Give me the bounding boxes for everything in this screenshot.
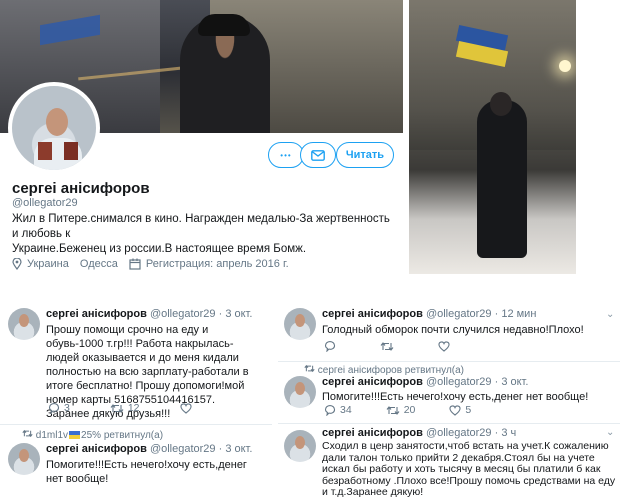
retweet-context: d1ml1v 25% ретвитнул(а)	[22, 429, 163, 441]
tweet-text: Голодный обморок почти случился недавно!…	[322, 324, 584, 336]
calendar-icon	[129, 258, 141, 270]
retweet-button[interactable]	[380, 341, 394, 352]
reply-button[interactable]: 3	[48, 402, 70, 414]
retweet-label: 25% ретвитнул(а)	[81, 430, 164, 441]
reply-button[interactable]	[324, 341, 336, 352]
like-button[interactable]	[438, 341, 450, 352]
tweet-author-name[interactable]: сергеі анісифоров	[46, 308, 147, 320]
tweet-author-name[interactable]: сергеі анісифоров	[46, 443, 147, 455]
tweet-author-name[interactable]: сергеі анісифоров	[322, 427, 423, 439]
tweet-actions: 3 12	[48, 402, 192, 414]
profile-city: Одесса	[79, 258, 118, 270]
tweet-author-handle[interactable]: @ollegator29	[426, 376, 492, 388]
like-count: 5	[465, 404, 472, 416]
heart-icon	[449, 404, 461, 416]
tweet[interactable]: сергеі анісифоров @ollegator29 · 12 мин …	[276, 298, 620, 360]
reply-count: 34	[340, 404, 352, 416]
profile-bio: Жил в Питере.снимался в кино. Награжден …	[12, 213, 390, 255]
tweet-author-handle[interactable]: @ollegator29	[150, 443, 216, 455]
retweet-context: сергеі анісифоров ретвитнул(а)	[304, 364, 464, 376]
night-photo	[409, 0, 576, 274]
tweet[interactable]: сергеі анісифоров ретвитнул(а) сергеі ан…	[276, 362, 620, 422]
retweeted-by[interactable]: сергеі анісифоров ретвитнул(а)	[318, 365, 464, 376]
tweet[interactable]: d1ml1v 25% ретвитнул(а) сергеі анісифоров…	[0, 425, 270, 485]
profile-meta: Украина Одесса Регистрация: апрель 2016 …	[12, 258, 289, 270]
reply-button[interactable]: 34	[324, 404, 352, 416]
tweet-author-handle[interactable]: @ollegator29	[426, 308, 492, 320]
tweet-avatar[interactable]	[8, 443, 40, 475]
retweet-icon	[110, 403, 124, 413]
pin-icon	[12, 258, 22, 270]
retweet-button[interactable]: 12	[110, 402, 140, 414]
chevron-down-icon[interactable]: ⌄	[606, 309, 614, 320]
tweet-avatar[interactable]	[284, 430, 316, 462]
tweet-actions: 34 20 5	[324, 404, 471, 416]
tweet-avatar[interactable]	[284, 308, 316, 340]
profile-location: Украина	[27, 258, 69, 270]
more-icon: •••	[280, 150, 292, 160]
tweet-author-handle[interactable]: @ollegator29	[426, 427, 492, 439]
like-button[interactable]	[179, 402, 192, 414]
profile-name: сергеі анісифоров	[12, 180, 150, 197]
tweet-avatar[interactable]	[284, 376, 316, 408]
heart-icon	[179, 402, 192, 414]
retweeted-by[interactable]: d1ml1v	[36, 430, 68, 441]
tweet-text: Помогите!!!Есть нечего!хочу есть,денег н…	[46, 459, 247, 485]
tweet-text: Помогите!!!Есть нечего!хочу есть,денег н…	[322, 391, 589, 403]
tweet[interactable]: сергеі анісифоров @ollegator29 · 3 окт. …	[0, 298, 270, 423]
chevron-down-icon[interactable]: ⌄	[606, 427, 614, 438]
ukraine-flag-icon	[69, 431, 81, 440]
tweet-time[interactable]: · 12 мин	[495, 308, 537, 320]
tweet-time[interactable]: · 3 окт.	[495, 376, 529, 388]
reply-count: 3	[64, 402, 70, 414]
profile-handle[interactable]: @ollegator29	[12, 197, 78, 209]
tweet-text: Сходил в ценр занятости,чтоб встать на у…	[322, 440, 616, 498]
mail-icon	[311, 149, 325, 161]
tweet[interactable]: сергеі анісифоров @ollegator29 · 3 ч ⌄ С…	[276, 424, 620, 498]
tweet-time[interactable]: · 3 окт.	[219, 443, 253, 455]
retweet-icon	[380, 342, 394, 351]
profile-avatar[interactable]	[8, 82, 100, 174]
retweet-count: 20	[403, 404, 416, 416]
retweet-icon	[386, 405, 400, 415]
tweet-author-name[interactable]: сергеі анісифоров	[322, 308, 423, 320]
reply-icon	[324, 404, 336, 416]
tweet-author-name[interactable]: сергеі анісифоров	[322, 376, 423, 388]
tweet-author-handle[interactable]: @ollegator29	[150, 308, 216, 320]
profile-joined: Регистрация: апрель 2016 г.	[145, 258, 289, 270]
retweet-icon	[22, 429, 33, 438]
tweet-time[interactable]: · 3 ч	[495, 427, 517, 439]
message-button[interactable]	[300, 142, 336, 168]
follow-button[interactable]: Читать	[336, 142, 394, 168]
reply-icon	[324, 341, 336, 352]
tweet-avatar[interactable]	[8, 308, 40, 340]
reply-icon	[48, 402, 60, 414]
retweet-button[interactable]: 20	[386, 404, 416, 416]
like-button[interactable]: 5	[449, 404, 471, 416]
tweet-time[interactable]: · 3 окт.	[219, 308, 253, 320]
heart-icon	[438, 341, 450, 352]
tweet-actions	[324, 341, 450, 352]
more-button[interactable]: •••	[268, 142, 304, 168]
retweet-count: 12	[127, 402, 140, 414]
retweet-icon	[304, 364, 315, 373]
